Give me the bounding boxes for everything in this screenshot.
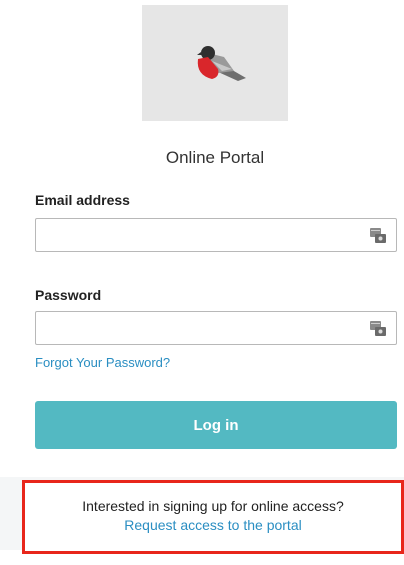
forgot-password-link[interactable]: Forgot Your Password? (35, 355, 170, 370)
password-manager-key-icon[interactable] (370, 228, 386, 243)
login-button[interactable]: Log in (35, 401, 397, 449)
email-field[interactable] (44, 220, 368, 252)
password-manager-key-icon[interactable] (370, 321, 386, 336)
email-field-wrapper[interactable] (35, 218, 397, 252)
password-field-wrapper[interactable] (35, 311, 397, 345)
page-title: Online Portal (165, 148, 265, 167)
password-field[interactable] (44, 313, 368, 345)
signup-highlight-box: Interested in signing up for online acce… (22, 480, 404, 554)
bird-logo-icon (197, 46, 246, 81)
password-label: Password (35, 287, 102, 303)
signup-prompt: Interested in signing up for online acce… (82, 498, 344, 514)
email-label: Email address (35, 192, 130, 208)
portal-logo (142, 5, 288, 121)
request-access-link[interactable]: Request access to the portal (124, 517, 301, 533)
